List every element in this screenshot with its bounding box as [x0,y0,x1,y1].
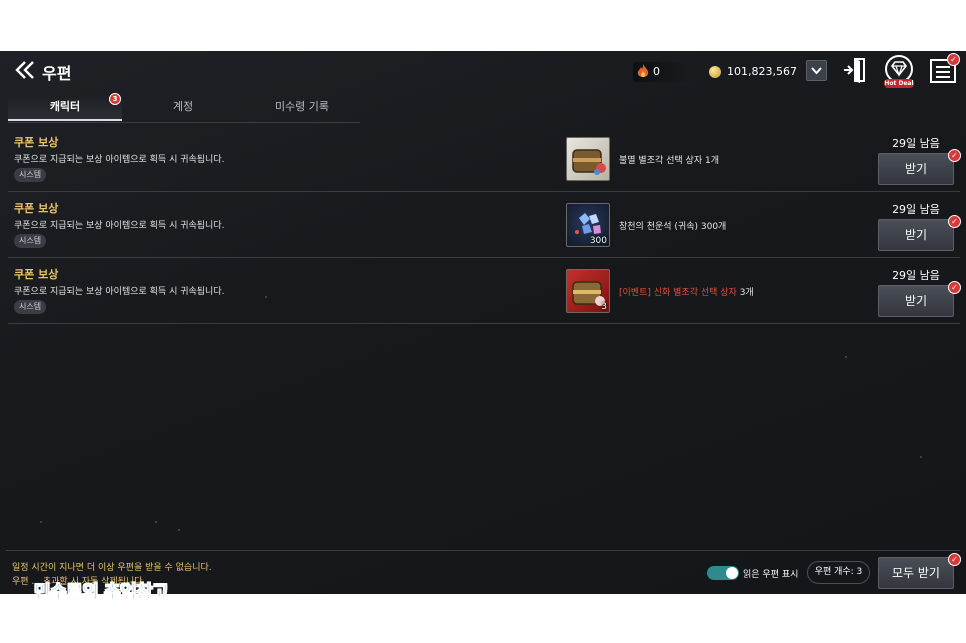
gold-currency: 101,823,567 [705,62,805,82]
show-read-mail-toggle[interactable] [707,566,739,580]
page-title: 우편 [42,64,72,83]
background-star [920,456,922,458]
gold-coin-icon [709,66,721,78]
mail-title: 쿠폰 보상 [14,268,59,281]
mail-screen: 우편 0 101,823,567 Hot Deal ✓ 캐릭터 3 계정 미수령… [0,51,966,594]
tab-account[interactable]: 계정 [126,95,240,121]
chevron-down-icon [811,67,822,75]
exit-button[interactable] [842,56,868,84]
mail-tag: 시스템 [14,300,47,314]
fire-value: 0 [653,65,660,78]
item-icon[interactable]: 300 [566,203,610,247]
currency-dropdown-button[interactable] [806,60,827,81]
receive-button[interactable]: 받기 ✓ [878,215,961,251]
mail-description: 쿠폰으로 지급되는 보상 아이템으로 획득 시 귀속됩니다. [14,287,225,297]
menu-notification-badge: ✓ [947,53,960,66]
receive-button[interactable]: 받기 ✓ [878,281,961,317]
mail-description: 쿠폰으로 지급되는 보상 아이템으로 획득 시 귀속됩니다. [14,221,225,231]
item-count: 300 [589,236,607,246]
item-name: [이벤트] 신화 별조각 선택 상자 3개 [619,288,754,298]
check-icon: ✓ [948,281,961,294]
gold-value: 101,823,567 [727,65,797,78]
mail-row[interactable]: 쿠폰 보상 쿠폰으로 지급되는 보상 아이템으로 획득 시 귀속됩니다. 시스템… [8,192,961,258]
toggle-knob [726,567,738,579]
tab-bar: 캐릭터 3 계정 미수령 기록 [8,93,360,123]
mail-title: 쿠폰 보상 [14,136,59,149]
mail-tag: 시스템 [14,234,47,248]
receive-button[interactable]: 받기 ✓ [878,149,961,185]
fire-currency: 0 [633,62,689,82]
background-star [178,529,180,531]
mail-row[interactable]: 쿠폰 보상 쿠폰으로 지급되는 보상 아이템으로 획득 시 귀속됩니다. 시스템… [8,258,961,324]
back-arrow-icon [15,61,34,79]
expiry-text: 29일 남음 [892,269,940,282]
exit-door-icon [844,58,865,83]
mail-count-badge: 우편 개수: 3 [807,561,870,584]
hot-deal-button[interactable]: Hot Deal [881,54,917,90]
item-icon[interactable] [566,137,610,181]
item-count: 3 [601,302,607,312]
footer-note: 일정 시간이 지나면 더 이상 우편을 받을 수 없습니다. [12,563,212,573]
background-star [40,521,42,523]
check-icon: ✓ [948,149,961,162]
tab-character[interactable]: 캐릭터 3 [8,93,122,121]
menu-button[interactable]: ✓ [929,53,960,86]
hot-deal-label: Hot Deal [884,80,914,87]
chest-icon [572,149,606,175]
mail-row[interactable]: 쿠폰 보상 쿠폰으로 지급되는 보상 아이템으로 획득 시 귀속됩니다. 시스템… [8,126,961,192]
check-icon: ✓ [948,215,961,228]
back-button[interactable] [14,59,36,81]
tab-unclaimed-history[interactable]: 미수령 기록 [244,95,360,121]
receive-all-button[interactable]: 모두 받기 ✓ [878,553,961,589]
footer-divider [6,550,960,551]
toggle-label: 읽은 우편 표시 [743,570,799,580]
background-star [845,356,847,358]
mail-tag: 시스템 [14,168,47,182]
mail-title: 쿠폰 보상 [14,202,59,215]
check-icon: ✓ [948,553,961,566]
expiry-text: 29일 남음 [892,203,940,216]
mail-description: 쿠폰으로 지급되는 보상 아이템으로 획득 시 귀속됩니다. [14,155,225,165]
fire-icon [637,64,649,78]
item-name: 불멸 별조각 선택 상자 1개 [619,156,719,166]
tab-character-label: 캐릭터 [49,100,81,113]
expiry-text: 29일 남음 [892,137,940,150]
background-star [155,521,157,523]
watermark-text: 민수르의 추억창고 [34,582,169,604]
tab-character-badge: 3 [109,93,121,105]
item-name: 창천의 천운석 (귀속) 300개 [619,222,727,232]
item-icon[interactable]: 3 [566,269,610,313]
